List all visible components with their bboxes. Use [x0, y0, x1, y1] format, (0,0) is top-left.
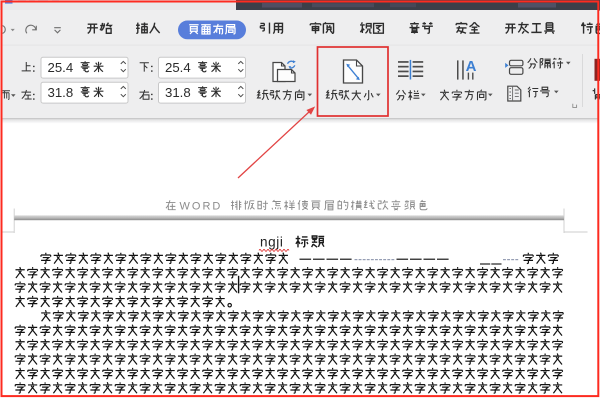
svg-text:31.8: 31.8 [165, 85, 191, 100]
svg-text:25.4: 25.4 [48, 60, 74, 75]
svg-text:ngji: ngji [260, 234, 283, 249]
svg-text:A: A [466, 58, 477, 75]
svg-text:WORD: WORD [180, 200, 223, 212]
svg-text:31.8: 31.8 [48, 85, 74, 100]
svg-text:25.4: 25.4 [165, 60, 191, 75]
